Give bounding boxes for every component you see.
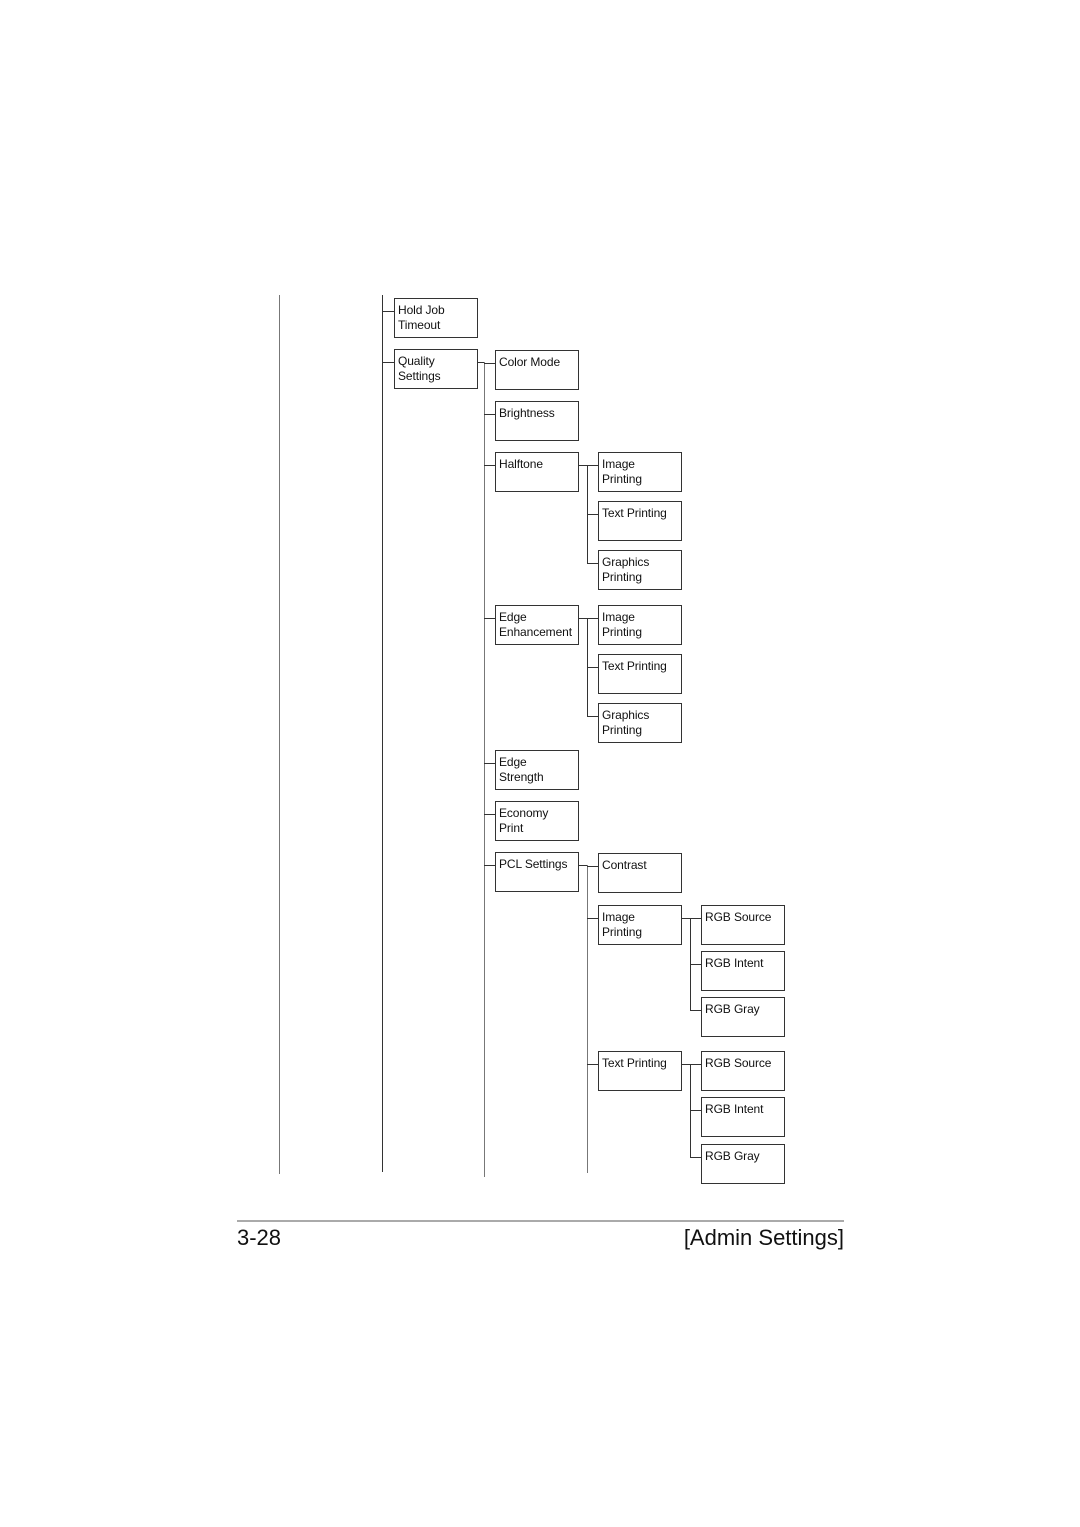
connector-tick [587,618,598,619]
menu-item-box: RGB Gray [701,1144,785,1184]
menu-item-box: Text Printing [598,1051,682,1091]
connector-tick [587,866,598,867]
connector-stub [579,465,587,466]
connector-tick [484,363,495,364]
menu-item-box: Image Printing [598,605,682,645]
menu-item-box: Economy Print [495,801,579,841]
section-title: [Admin Settings] [683,1225,844,1250]
menu-item-box: Graphics Printing [598,703,682,743]
connector-tick [484,763,495,764]
tree-root-line [279,295,280,1174]
tree-level1-line [382,295,383,1172]
connector-tick [690,1110,701,1111]
menu-item-box: Edge Strength [495,750,579,790]
connector-line [587,865,588,1173]
connector-stub [579,865,587,866]
menu-item-box: Edge Enhancement [495,605,579,645]
connector-line [484,362,485,1177]
connector-stub [682,918,690,919]
connector-tick [587,667,598,668]
menu-item-box: RGB Source [701,905,785,945]
connector-tick [484,865,495,866]
connector-tick [587,918,598,919]
menu-item-box: Contrast [598,853,682,893]
menu-item-box: RGB Source [701,1051,785,1091]
connector-stub [682,1064,690,1065]
menu-item-box: PCL Settings [495,852,579,892]
connector-tick [484,465,495,466]
menu-item-box: Brightness [495,401,579,441]
connector-tick [484,414,495,415]
menu-item-box: RGB Intent [701,1097,785,1137]
connector-tick [587,563,598,564]
connector-stub [579,618,587,619]
connector-tick [484,814,495,815]
connector-tick [382,311,394,312]
menu-item-box: Quality Settings [394,349,478,389]
menu-item-box: Image Printing [598,905,682,945]
connector-tick [587,465,598,466]
connector-tick [587,514,598,515]
connector-tick [690,918,701,919]
menu-item-box: Image Printing [598,452,682,492]
menu-item-box: Graphics Printing [598,550,682,590]
connector-tick [587,1064,598,1065]
menu-item-box: Color Mode [495,350,579,390]
connector-tick [690,1010,701,1011]
page-number: 3-28 [237,1225,282,1250]
footer-divider [237,1220,844,1222]
connector-tick [690,1157,701,1158]
menu-item-box: RGB Gray [701,997,785,1037]
menu-item-box: RGB Intent [701,951,785,991]
menu-item-box: Text Printing [598,654,682,694]
connector-tick [587,716,598,717]
connector-line [690,1064,691,1158]
connector-tick [690,964,701,965]
connector-tick [690,1064,701,1065]
connector-tick [484,618,495,619]
menu-item-box: Halftone [495,452,579,492]
menu-item-box: Text Printing [598,501,682,541]
menu-item-box: Hold Job Timeout [394,298,478,338]
connector-tick [382,362,394,363]
